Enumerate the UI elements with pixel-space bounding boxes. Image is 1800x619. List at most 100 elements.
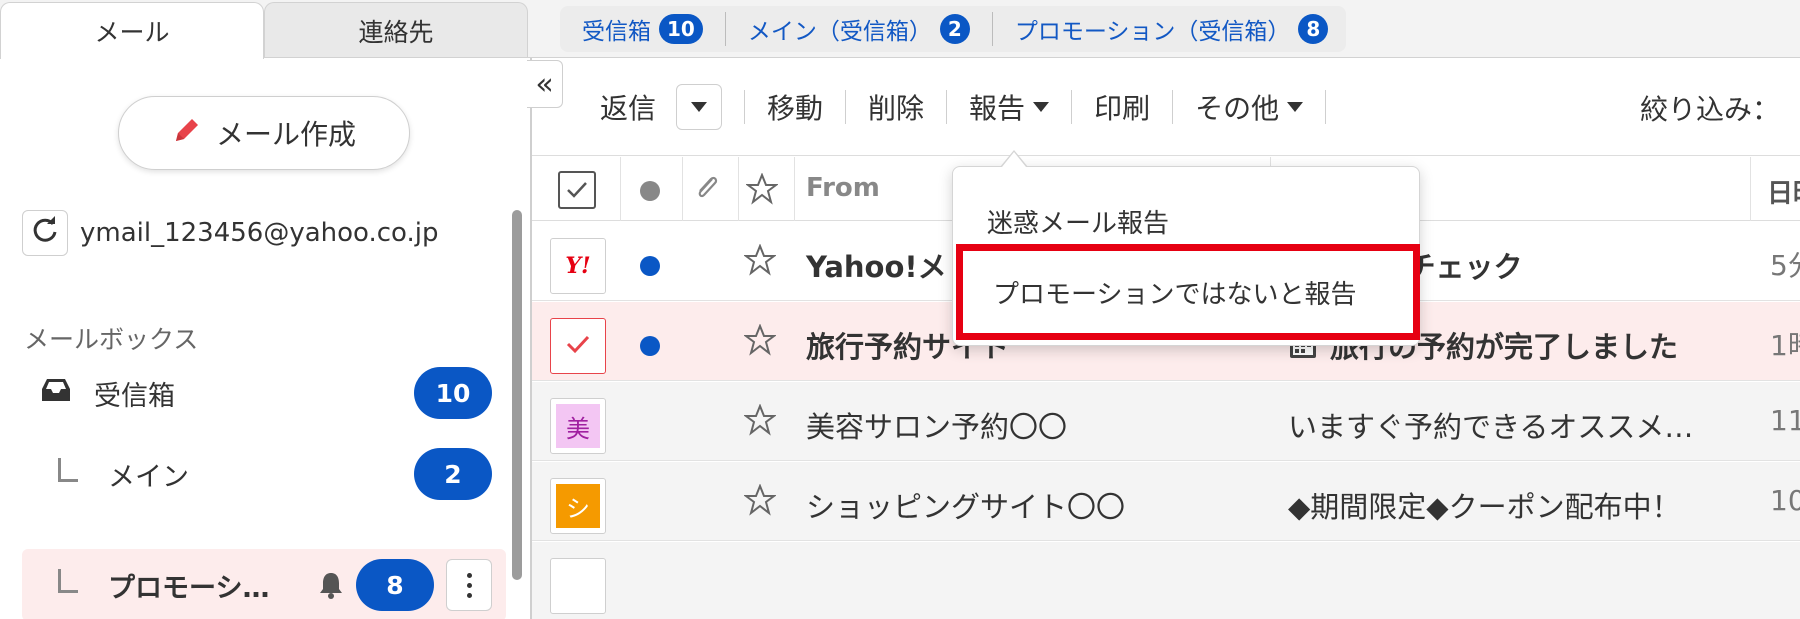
divider	[845, 89, 847, 124]
shortcut-label: メイン（受信箱）	[747, 19, 932, 45]
dot	[466, 592, 472, 598]
tab-mail[interactable]: メール	[0, 2, 264, 59]
sidebar-item-inbox[interactable]: 受信箱 10	[22, 357, 506, 429]
divider	[946, 89, 948, 124]
caret-down-icon	[1287, 101, 1304, 112]
divider	[991, 12, 993, 46]
column-divider	[1750, 157, 1751, 221]
table-row[interactable]	[532, 542, 1800, 619]
move-button[interactable]: 移動	[767, 87, 823, 127]
sender-avatar[interactable]	[550, 558, 606, 614]
other-label: その他	[1195, 91, 1280, 125]
tab-contacts[interactable]: 連絡先	[264, 2, 528, 58]
refresh-icon	[31, 215, 59, 251]
table-row[interactable]: シ ショッピングサイト〇〇 ◆期間限定◆クーポン配布中！ 10	[532, 462, 1800, 541]
dot	[466, 582, 472, 588]
column-header-date[interactable]: 日時	[1767, 173, 1800, 210]
popup-arrow	[1002, 152, 1026, 167]
other-button[interactable]: その他	[1195, 87, 1304, 127]
menu-item-report-not-promotion[interactable]: プロモーションではないと報告	[956, 244, 1420, 340]
unread-count-badge: 8	[1298, 14, 1329, 44]
filter-label[interactable]: 絞り込み：	[1640, 88, 1780, 128]
sender-avatar[interactable]: シ	[550, 478, 606, 534]
unread-indicator[interactable]	[640, 336, 660, 356]
message-from: 美容サロン予約〇〇	[806, 410, 1068, 444]
message-date: 10	[1770, 484, 1800, 517]
row-checkbox[interactable]	[550, 318, 606, 374]
divider	[1172, 89, 1174, 124]
avatar-initial: シ	[556, 484, 600, 528]
bell-icon[interactable]	[318, 571, 344, 606]
star-column-icon[interactable]	[745, 172, 779, 209]
paperclip-icon[interactable]	[692, 173, 722, 209]
sidebar-item-label: プロモーシ…	[108, 572, 270, 604]
shortcut-inbox[interactable]: 受信箱 10	[582, 12, 703, 46]
sidebar-item-label: 受信箱	[94, 380, 175, 412]
toolbar: 返信 移動 削除 報告 印刷 その他 絞り込み：	[532, 58, 1800, 156]
sender-avatar[interactable]: 美	[550, 398, 606, 454]
divider	[1325, 89, 1327, 124]
star-icon[interactable]	[743, 243, 777, 280]
column-divider	[682, 157, 683, 221]
unread-count-badge: 10	[414, 367, 492, 419]
shortcut-promotion[interactable]: プロモーション（受信箱） 8	[1015, 12, 1329, 46]
report-label: 報告	[969, 91, 1026, 125]
star-icon[interactable]	[743, 323, 777, 360]
top-tab-bar: メール 連絡先 受信箱 10 メイン（受信箱） 2 プロモーション（受信箱） 8	[0, 0, 1800, 59]
delete-button[interactable]: 削除	[868, 87, 924, 127]
checkmark-icon	[564, 333, 592, 359]
message-date: 1時	[1770, 329, 1800, 362]
pencil-icon	[172, 115, 202, 152]
avatar-initial: 美	[556, 404, 600, 448]
caret-down-icon	[1033, 101, 1050, 112]
shortcut-main[interactable]: メイン（受信箱） 2	[748, 12, 970, 46]
shortcut-label: 受信箱	[582, 19, 651, 45]
sidebar-item-promotion[interactable]: プロモーシ… 8	[22, 549, 506, 619]
unread-count-badge: 2	[414, 448, 492, 500]
compose-label: メール作成	[215, 118, 356, 151]
shortcut-label: プロモーション（受信箱）	[1014, 19, 1291, 45]
message-subject: いますぐ予約できるオススメ…	[1288, 410, 1694, 444]
column-divider	[794, 157, 795, 221]
subfolder-elbow	[58, 569, 78, 593]
select-all-checkbox[interactable]	[558, 171, 596, 209]
compose-button[interactable]: メール作成	[118, 96, 410, 170]
inbox-icon	[40, 377, 72, 410]
unread-count-badge: 10	[659, 14, 703, 44]
dot	[466, 572, 472, 578]
column-header-from[interactable]: From	[806, 173, 880, 203]
sidebar-item-label: メイン	[108, 461, 189, 493]
more-options-button[interactable]	[446, 559, 492, 611]
star-icon[interactable]	[743, 483, 777, 520]
unread-count-badge: 2	[939, 14, 970, 44]
double-chevron-left-icon: «	[535, 66, 554, 102]
menu-item-report-spam[interactable]: 迷惑メール報告	[987, 203, 1169, 240]
unread-indicator[interactable]	[640, 256, 660, 276]
caret-down-icon	[691, 101, 708, 112]
divider	[724, 12, 726, 46]
message-from: ショッピングサイト〇〇	[806, 490, 1126, 524]
collapse-sidebar-button[interactable]: «	[527, 60, 563, 108]
table-row[interactable]: 美 美容サロン予約〇〇 いますぐ予約できるオススメ… 11	[532, 382, 1800, 461]
yahoo-logo-icon: Y!	[565, 253, 591, 279]
star-icon[interactable]	[743, 403, 777, 440]
report-button[interactable]: 報告	[969, 87, 1050, 127]
sidebar: メール作成 ymail_123456@yahoo.co.jp メールボックス 受…	[0, 58, 530, 619]
column-divider	[738, 157, 739, 221]
reply-options-dropdown[interactable]	[676, 83, 723, 130]
reply-button[interactable]: 返信	[600, 87, 656, 127]
column-divider	[620, 157, 621, 221]
unread-count-badge: 8	[356, 559, 434, 611]
account-email: ymail_123456@yahoo.co.jp	[80, 218, 439, 248]
message-from: Yahoo!メ	[806, 250, 947, 284]
print-button[interactable]: 印刷	[1094, 87, 1150, 127]
refresh-button[interactable]	[22, 210, 68, 256]
message-subject: ◆期間限定◆クーポン配布中！	[1288, 490, 1681, 524]
unread-column-icon[interactable]	[640, 181, 660, 201]
folder-shortcuts: 受信箱 10 メイン（受信箱） 2 プロモーション（受信箱） 8	[560, 6, 1347, 52]
message-date: 5分	[1770, 249, 1800, 282]
sidebar-item-main[interactable]: メイン 2	[22, 438, 506, 510]
divider	[1071, 89, 1073, 124]
sidebar-scrollbar[interactable]	[512, 210, 522, 580]
sender-avatar[interactable]: Y!	[550, 238, 606, 294]
